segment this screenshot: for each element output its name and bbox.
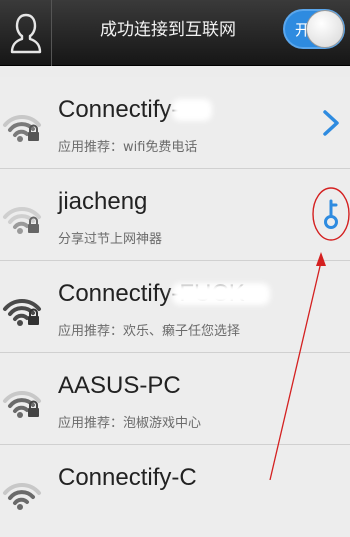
avatar[interactable]	[0, 0, 52, 66]
connection-status-title: 成功连接到互联网	[100, 20, 236, 40]
network-ssid: Connectify-C	[58, 464, 197, 491]
network-subtitle: 分享过节上网神器	[58, 232, 163, 247]
network-subtitle: 应用推荐：wifi免费电话	[58, 140, 198, 155]
redaction-blur	[172, 99, 212, 121]
network-ssid: jiacheng	[58, 188, 148, 215]
toggle-knob	[306, 10, 344, 48]
wifi-network-list: Connectify- 应用推荐：wifi免费电话 jiacheng 分享过节上…	[0, 77, 350, 537]
wifi-network-row[interactable]: Connectify-FUCK 应用推荐：欢乐、癞子任您选择	[0, 261, 350, 353]
user-profile-icon	[10, 13, 41, 54]
wifi-network-row[interactable]: jiacheng 分享过节上网神器	[0, 169, 350, 261]
network-ssid: AASUS-PC	[58, 372, 181, 399]
network-ssid: Connectify-	[58, 96, 180, 123]
wifi-network-row[interactable]: Connectify- 应用推荐：wifi免费电话	[0, 77, 350, 169]
app-header: 成功连接到互联网 开	[0, 0, 350, 66]
chevron-right-icon[interactable]	[320, 109, 342, 137]
key-icon[interactable]	[311, 186, 350, 242]
redaction-blur	[172, 283, 270, 305]
wifi-network-row[interactable]: AASUS-PC 应用推荐：泡椒游戏中心	[0, 353, 350, 445]
wifi-locked-icon	[3, 390, 41, 418]
network-subtitle: 应用推荐：泡椒游戏中心	[58, 416, 202, 431]
wifi-locked-icon	[3, 482, 41, 510]
wifi-locked-icon	[3, 206, 41, 234]
wifi-toggle[interactable]: 开	[283, 9, 345, 49]
wifi-locked-icon	[3, 298, 41, 326]
wifi-network-row[interactable]: Connectify-C	[0, 445, 350, 537]
wifi-locked-icon	[3, 114, 41, 142]
network-subtitle: 应用推荐：欢乐、癞子任您选择	[58, 324, 241, 339]
